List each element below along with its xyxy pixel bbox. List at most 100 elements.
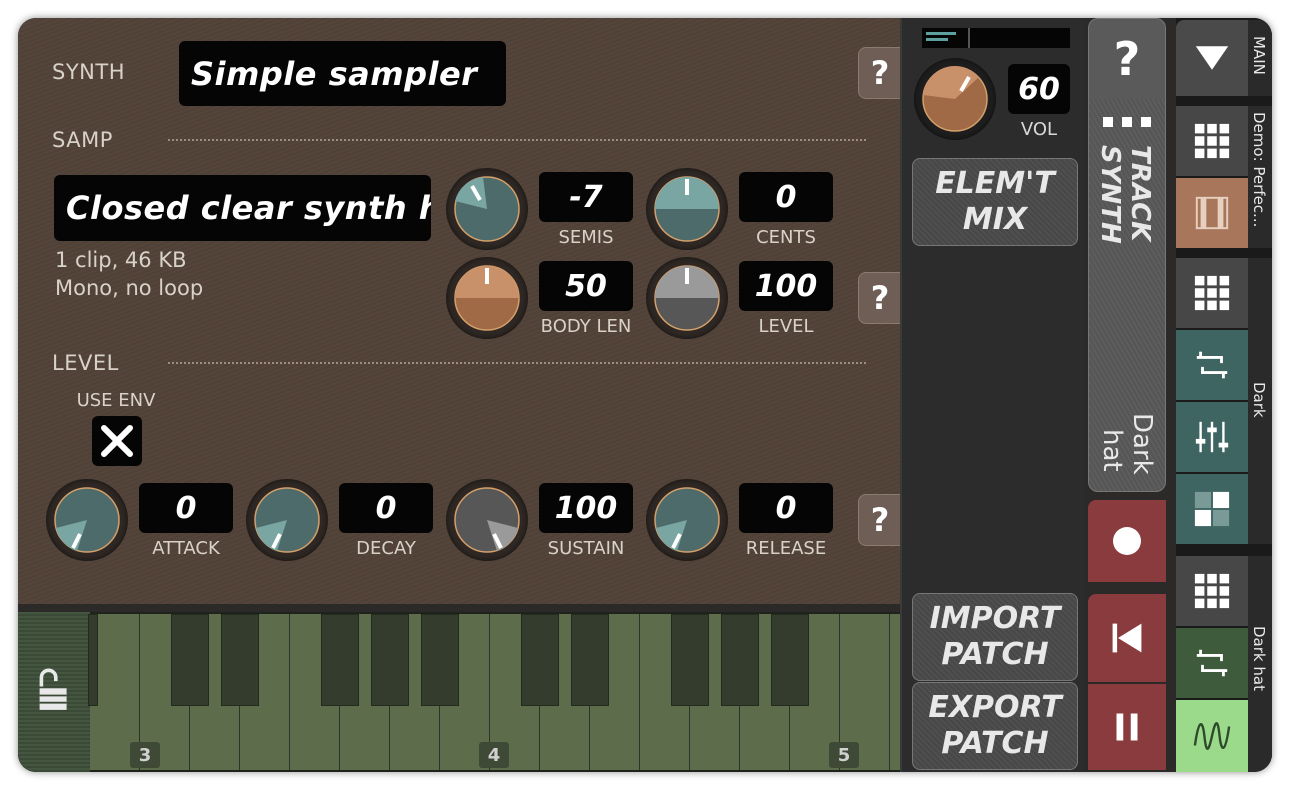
element-mix-button[interactable]: ELEM'T MIX <box>912 158 1078 246</box>
black-key[interactable] <box>571 614 609 706</box>
track-3-grid-button[interactable] <box>1176 556 1248 626</box>
semis-knob-face <box>454 176 520 242</box>
sample-info-mode: Mono, no loop <box>55 276 204 300</box>
main-label: MAIN <box>1250 36 1268 75</box>
import-patch-button[interactable]: IMPORT PATCH <box>912 593 1078 681</box>
routing-icon <box>1196 351 1228 379</box>
track-help-button[interactable]: ? <box>1089 19 1165 99</box>
release-value[interactable]: 0 <box>739 483 833 533</box>
black-key[interactable] <box>321 614 359 706</box>
black-key[interactable] <box>421 614 459 706</box>
collapse-main-button[interactable] <box>1176 20 1248 96</box>
black-key[interactable] <box>521 614 559 706</box>
semis-knob[interactable] <box>446 168 528 250</box>
cents-label: CENTS <box>756 227 816 248</box>
waveform-icon <box>1193 721 1231 751</box>
level-knob-face <box>654 265 720 331</box>
release-knob[interactable] <box>646 479 728 561</box>
export-patch-line1: EXPORT <box>928 690 1062 725</box>
attack-label: ATTACK <box>152 538 220 559</box>
semis-value[interactable]: -7 <box>539 172 633 222</box>
synth-name-field[interactable]: Simple sampler <box>179 41 506 106</box>
attack-knob-face <box>54 487 120 553</box>
decay-knob[interactable] <box>246 479 328 561</box>
element-mix-line1: ELEM'T <box>935 166 1055 201</box>
group1-label-strip: Demo: Perfec... <box>1248 106 1272 248</box>
level-knob[interactable] <box>646 257 728 339</box>
decay-value[interactable]: 0 <box>339 483 433 533</box>
track-title-line1: TRACK <box>1125 145 1155 242</box>
attack-value[interactable]: 0 <box>139 483 233 533</box>
sampler-icon <box>1195 196 1229 230</box>
track-1-sampler-button[interactable] <box>1176 178 1248 248</box>
black-key[interactable] <box>171 614 209 706</box>
group2-label-strip: Dark <box>1248 258 1272 544</box>
grid-icon <box>1194 573 1230 609</box>
release-knob-face <box>654 487 720 553</box>
samp-divider <box>168 139 866 141</box>
sustain-knob[interactable] <box>446 479 528 561</box>
unlock-icon <box>39 668 67 710</box>
pause-button[interactable] <box>1088 684 1166 770</box>
grid-icon <box>1194 275 1230 311</box>
samp-help-button[interactable]: ? <box>858 272 902 324</box>
synth-label: SYNTH <box>52 60 125 84</box>
grid-icon <box>1194 123 1230 159</box>
track-1-grid-button[interactable] <box>1176 106 1248 176</box>
cents-knob-face <box>654 176 720 242</box>
skip-back-icon <box>1112 623 1142 653</box>
body-len-value[interactable]: 50 <box>539 261 633 311</box>
drag-handle-icon[interactable] <box>1103 117 1151 127</box>
track-synth-tab[interactable]: ? TRACK SYNTH Dark hat <box>1088 18 1166 492</box>
black-key[interactable] <box>88 614 98 706</box>
volume-value[interactable]: 60 <box>1008 64 1070 114</box>
octave-label-4: 4 <box>479 742 509 768</box>
export-patch-button[interactable]: EXPORT PATCH <box>912 682 1078 770</box>
samp-section-label: SAMP <box>52 128 113 152</box>
body-len-knob-face <box>454 265 520 331</box>
group1-label: Demo: Perfec... <box>1250 112 1268 228</box>
sustain-knob-face <box>454 487 520 553</box>
keyboard-lock-toggle[interactable] <box>18 612 90 772</box>
pattern-icon <box>1194 491 1230 527</box>
use-env-checkbox[interactable] <box>92 416 142 466</box>
track-2-grid-button[interactable] <box>1176 258 1248 328</box>
record-icon <box>1113 527 1141 555</box>
track-2-routing-button[interactable] <box>1176 330 1248 400</box>
export-patch-line2: PATCH <box>941 726 1049 761</box>
preset-name-line1: Dark <box>1127 413 1157 475</box>
sustain-value[interactable]: 100 <box>539 483 633 533</box>
semis-label: SEMIS <box>558 227 614 248</box>
black-key[interactable] <box>671 614 709 706</box>
attack-knob[interactable] <box>46 479 128 561</box>
level-help-button[interactable]: ? <box>858 494 902 546</box>
level-value[interactable]: 100 <box>739 261 833 311</box>
track-3-synth-button[interactable] <box>1176 700 1248 772</box>
app-window: SYNTH Simple sampler ? SAMP Closed clear… <box>18 18 1272 772</box>
black-key[interactable] <box>221 614 259 706</box>
volume-label: VOL <box>1020 119 1058 140</box>
piano-keyboard[interactable]: 3 4 5 <box>18 612 940 772</box>
record-button[interactable] <box>1088 500 1166 582</box>
black-key[interactable] <box>721 614 759 706</box>
sample-name-field[interactable]: Closed clear synth h <box>54 175 431 241</box>
volume-knob-face <box>922 66 988 132</box>
track-controls-panel: 60 VOL ELEM'T MIX IMPORT PATCH EXPORT PA… <box>900 18 1084 772</box>
volume-knob[interactable] <box>914 58 996 140</box>
cents-knob[interactable] <box>646 168 728 250</box>
decay-label: DECAY <box>356 538 416 559</box>
cents-value[interactable]: 0 <box>739 172 833 222</box>
sliders-icon <box>1195 421 1229 453</box>
octave-label-5: 5 <box>829 742 859 768</box>
track-2-mixer-button[interactable] <box>1176 402 1248 472</box>
main-label-strip: MAIN <box>1248 20 1272 96</box>
body-len-knob[interactable] <box>446 257 528 339</box>
synth-editor-panel: SYNTH Simple sampler ? SAMP Closed clear… <box>18 18 902 604</box>
octave-label-3: 3 <box>130 742 160 768</box>
track-2-pattern-button[interactable] <box>1176 474 1248 544</box>
synth-help-button[interactable]: ? <box>858 47 902 99</box>
track-3-routing-button[interactable] <box>1176 628 1248 698</box>
black-key[interactable] <box>771 614 809 706</box>
black-key[interactable] <box>371 614 409 706</box>
rewind-button[interactable] <box>1088 594 1166 682</box>
